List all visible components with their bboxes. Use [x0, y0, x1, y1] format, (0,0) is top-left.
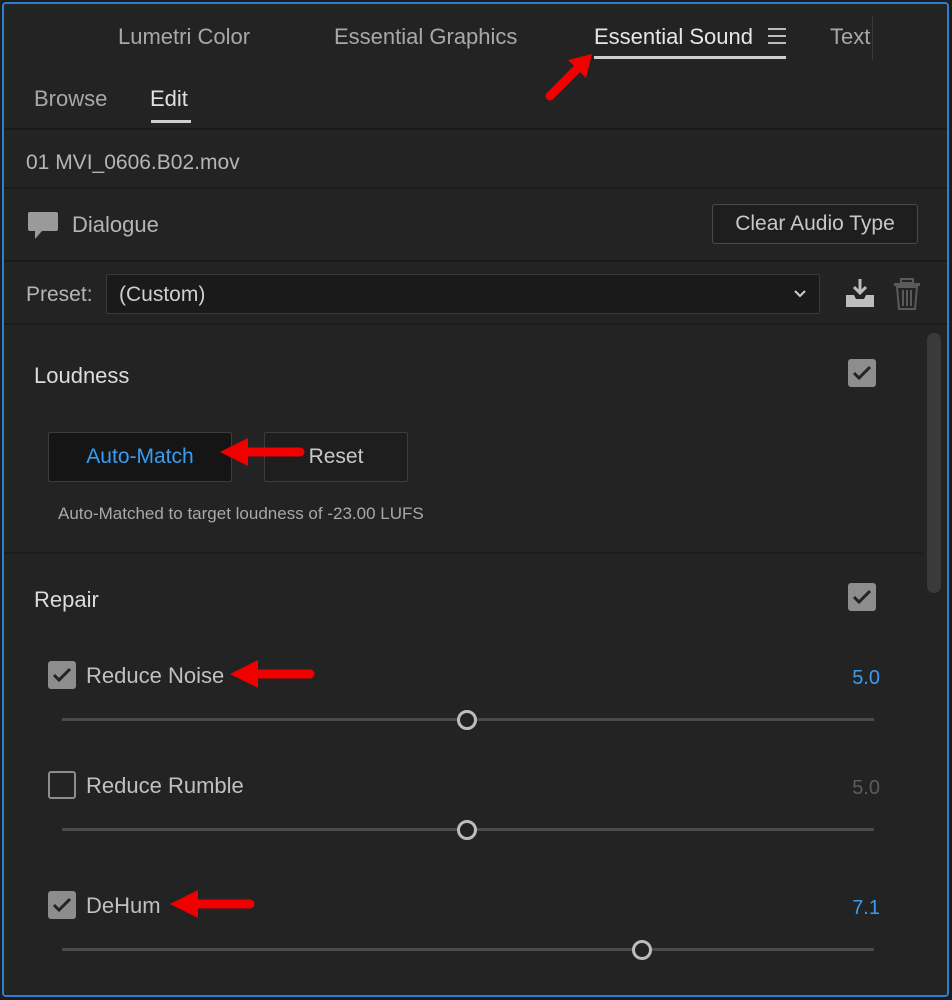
active-subtab-indicator — [151, 120, 191, 123]
checkmark-icon — [52, 897, 72, 913]
tab-essential-sound[interactable]: Essential Sound — [594, 24, 753, 50]
clear-audio-type-button[interactable]: Clear Audio Type — [712, 204, 918, 244]
chevron-down-icon — [794, 290, 806, 298]
subtab-browse[interactable]: Browse — [34, 86, 107, 112]
preset-dropdown[interactable]: (Custom) — [106, 274, 820, 314]
active-tab-indicator — [594, 56, 786, 59]
reduce-rumble-label: Reduce Rumble — [86, 773, 244, 798]
preset-value: (Custom) — [119, 283, 206, 306]
dehum-checkbox[interactable] — [48, 891, 76, 919]
annotation-arrow-icon — [545, 54, 592, 101]
save-preset-icon[interactable] — [842, 277, 878, 311]
vertical-scrollbar[interactable] — [927, 333, 941, 593]
audio-type-label: Dialogue — [72, 212, 159, 237]
loudness-enable-checkbox[interactable] — [848, 359, 876, 387]
sections-scroll-area: Loudness Auto-Match Reset Auto-Matched t… — [4, 327, 947, 995]
preset-label: Preset: — [26, 283, 93, 306]
clip-row: 01 MVI_0606.B02.mov — [4, 131, 947, 189]
reduce-rumble-value[interactable]: 5.0 — [820, 777, 880, 800]
sub-tab-bar: Browse Edit — [4, 68, 947, 130]
auto-match-button[interactable]: Auto-Match — [48, 432, 232, 482]
dehum-slider-track[interactable] — [62, 948, 874, 951]
preset-row: Preset: (Custom) — [4, 263, 947, 325]
essential-sound-panel: Lumetri Color Essential Graphics Essenti… — [2, 2, 949, 997]
annotation-arrow-icon — [220, 438, 305, 466]
tab-essential-graphics[interactable]: Essential Graphics — [334, 24, 517, 50]
loudness-section-title[interactable]: Loudness — [34, 363, 129, 389]
repair-enable-checkbox[interactable] — [848, 583, 876, 611]
dehum-value[interactable]: 7.1 — [820, 897, 880, 920]
annotation-arrow-icon — [230, 660, 315, 688]
checkmark-icon — [852, 365, 872, 381]
subtab-edit[interactable]: Edit — [150, 86, 188, 112]
dehum-label: DeHum — [86, 893, 161, 918]
section-divider — [4, 552, 922, 554]
tab-divider — [872, 16, 873, 60]
reduce-noise-slider-thumb[interactable] — [457, 710, 477, 730]
speech-bubble-icon — [28, 212, 58, 239]
tab-lumetri-color[interactable]: Lumetri Color — [118, 24, 250, 50]
reduce-noise-label: Reduce Noise — [86, 663, 225, 688]
dehum-slider-thumb[interactable] — [632, 940, 652, 960]
repair-section-title[interactable]: Repair — [34, 587, 99, 613]
reduce-noise-value[interactable]: 5.0 — [820, 667, 880, 690]
loudness-status-text: Auto-Matched to target loudness of -23.0… — [58, 504, 424, 523]
trash-icon[interactable] — [892, 277, 922, 311]
annotation-arrow-icon — [170, 890, 255, 918]
panel-menu-icon[interactable] — [768, 28, 786, 44]
clip-file-name: 01 MVI_0606.B02.mov — [26, 151, 240, 174]
panel-tab-bar: Lumetri Color Essential Graphics Essenti… — [4, 4, 947, 68]
reduce-rumble-slider-thumb[interactable] — [457, 820, 477, 840]
audio-type-row: Dialogue Clear Audio Type — [4, 190, 947, 262]
checkmark-icon — [52, 667, 72, 683]
tab-text[interactable]: Text — [830, 24, 870, 50]
reduce-noise-checkbox[interactable] — [48, 661, 76, 689]
checkmark-icon — [852, 589, 872, 605]
reduce-rumble-checkbox[interactable] — [48, 771, 76, 799]
